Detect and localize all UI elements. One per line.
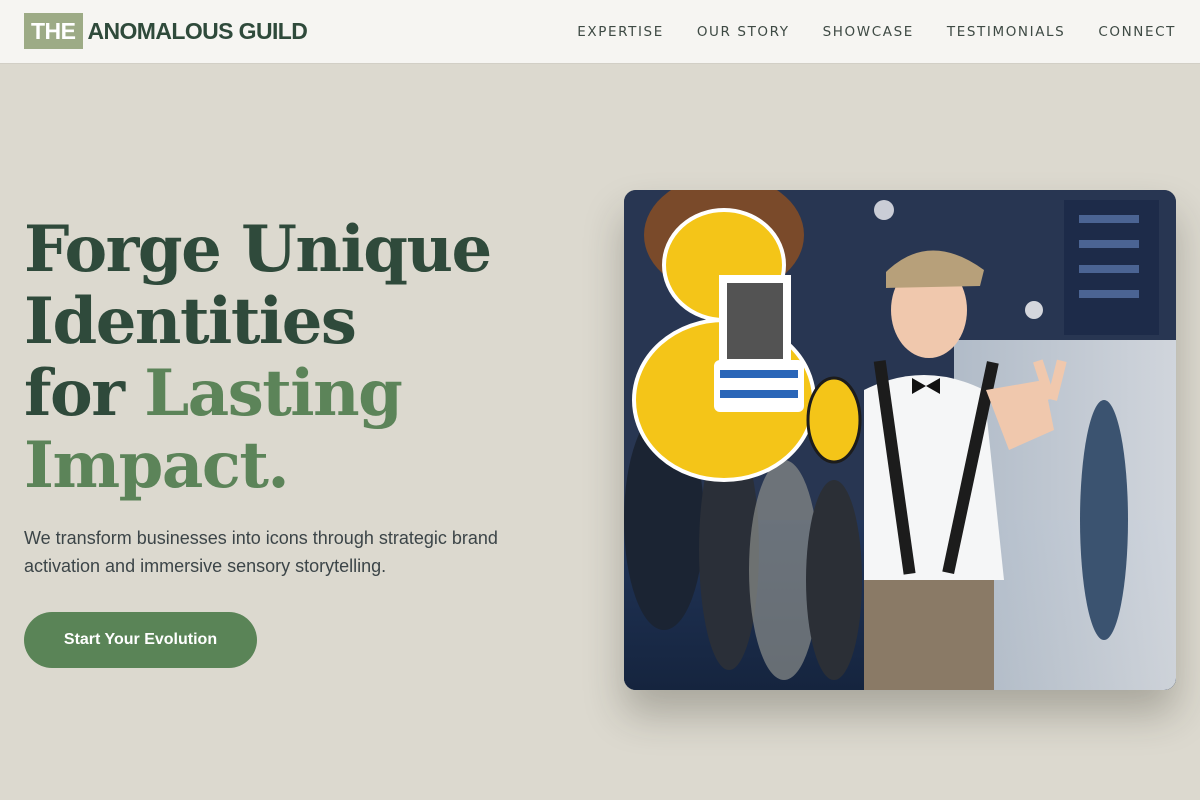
brand-logo[interactable]: THE ANOMALOUS GUILD — [24, 13, 308, 49]
hero-title-line4-accent: Impact. — [24, 428, 290, 503]
hero-photo — [624, 190, 1176, 690]
logo-text: ANOMALOUS GUILD — [87, 17, 308, 44]
hero-title-line2: Identities — [24, 284, 357, 359]
hero-title-line3-plain: for — [24, 356, 145, 431]
nav-expertise[interactable]: EXPERTISE — [577, 24, 664, 40]
nav-showcase[interactable]: SHOWCASE — [823, 24, 914, 40]
hero-title-line1: Forge Unique — [24, 212, 492, 287]
start-evolution-button[interactable]: Start Your Evolution — [24, 612, 257, 668]
nav-our-story[interactable]: OUR STORY — [697, 24, 790, 40]
site-header: THE ANOMALOUS GUILD EXPERTISE OUR STORY … — [0, 0, 1200, 64]
hero-photo-illustration — [624, 190, 1176, 690]
logo-mark: THE — [24, 13, 83, 49]
hero-title-line3-accent: Lasting — [144, 356, 403, 431]
hero-subtitle: We transform businesses into icons throu… — [24, 528, 498, 576]
nav-testimonials[interactable]: TESTIMONIALS — [947, 24, 1065, 40]
main-nav: EXPERTISE OUR STORY SHOWCASE TESTIMONIAL… — [544, 0, 1176, 64]
nav-connect[interactable]: CONNECT — [1098, 24, 1176, 40]
hero-title: Forge Unique Identities for Lasting Impa… — [24, 214, 584, 502]
